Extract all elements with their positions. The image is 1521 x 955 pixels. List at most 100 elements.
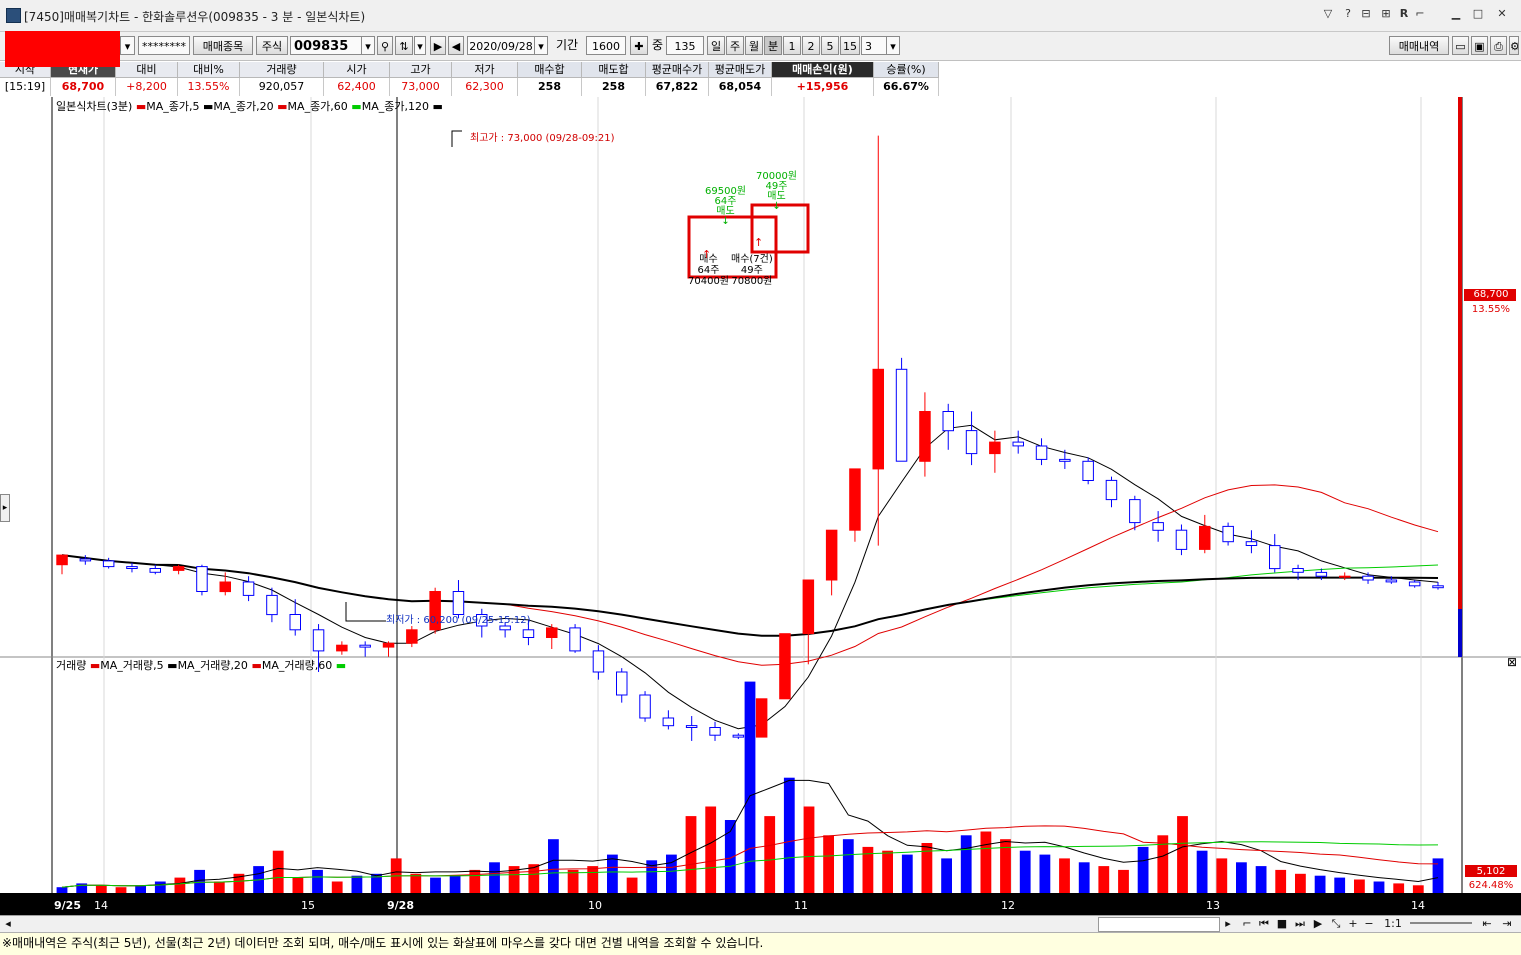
trade-items-button[interactable]: 매매종목 (193, 36, 253, 55)
candle[interactable] (639, 694, 651, 719)
volume-bar[interactable] (626, 877, 638, 893)
candle[interactable] (219, 581, 231, 593)
scroll-thumb[interactable] (1098, 917, 1220, 932)
layout-icon[interactable]: ⊞ (1378, 6, 1394, 22)
candle[interactable] (849, 468, 861, 531)
candle[interactable] (1012, 441, 1024, 447)
volume-bar[interactable] (882, 850, 893, 893)
tab-day[interactable]: 일 (707, 36, 725, 55)
volume-bar[interactable] (783, 777, 795, 893)
candle[interactable] (196, 566, 208, 593)
candle[interactable] (1222, 525, 1234, 543)
candle[interactable] (1245, 541, 1258, 547)
volume-bar[interactable] (1314, 875, 1326, 893)
interval-5[interactable]: 5 (821, 36, 839, 55)
candle[interactable] (312, 629, 325, 652)
candle[interactable] (1059, 458, 1071, 462)
search-icon[interactable]: ⚲ (377, 36, 393, 55)
candle[interactable] (1129, 499, 1141, 524)
scrollbar[interactable]: ◂ ▸ ⌐ ⏮ ■ ⏭ ▶ ⤡ + − 1:1 ⇤ ⇥ (0, 915, 1521, 933)
next-icon[interactable]: ▶ (430, 36, 446, 55)
volume-bar[interactable] (1393, 883, 1405, 893)
volume-bar[interactable] (587, 866, 599, 893)
refresh-icon[interactable]: R (1396, 6, 1412, 22)
candle[interactable] (1199, 525, 1211, 550)
candle[interactable] (79, 558, 92, 562)
password-field[interactable]: ******** (138, 36, 190, 55)
scroll-left-icon[interactable]: ◂ (2, 917, 14, 931)
open-folder-icon[interactable]: ▭ (1452, 36, 1469, 55)
close-volume-pane-icon[interactable]: ⊠ (1507, 655, 1517, 669)
trade-history-button[interactable]: 매매내역 (1389, 36, 1449, 55)
volume-bar[interactable] (1196, 850, 1208, 893)
candle[interactable] (825, 529, 838, 581)
volume-bar[interactable] (1177, 816, 1188, 893)
candle[interactable] (1152, 522, 1164, 531)
volume-bar[interactable] (607, 854, 618, 893)
candle[interactable] (242, 581, 255, 596)
market-selector[interactable]: 주식 (256, 36, 288, 55)
print-icon[interactable]: ⎙ (1490, 36, 1507, 55)
volume-bar[interactable] (941, 858, 952, 893)
candle[interactable] (1292, 568, 1304, 573)
volume-bar[interactable] (489, 862, 500, 893)
scroll-first-icon[interactable]: ⇤ (1480, 917, 1494, 931)
zoom-in-icon[interactable]: + (1346, 917, 1360, 931)
candle[interactable] (102, 560, 115, 568)
candle[interactable] (56, 554, 68, 566)
candle[interactable] (149, 568, 161, 573)
volume-bar[interactable] (1295, 873, 1306, 893)
buy-marker-2[interactable]: 매수(7건) 49주 70800원 (731, 254, 773, 287)
account-dropdown-icon[interactable]: ▾ (120, 36, 135, 55)
line-tool-icon[interactable]: ⌐ (1240, 917, 1254, 931)
date-input[interactable]: 2020/09/28 (467, 36, 535, 55)
candle[interactable] (406, 629, 418, 644)
candle[interactable] (592, 650, 605, 673)
tab-minute[interactable]: 분 (764, 36, 782, 55)
interval-1[interactable]: 1 (783, 36, 801, 55)
rewind-icon[interactable]: ⏮ (1256, 917, 1272, 931)
volume-bar[interactable] (548, 839, 559, 893)
volume-bar[interactable] (469, 869, 481, 893)
candle[interactable] (289, 614, 301, 631)
sort-dropdown-icon[interactable]: ▾ (414, 36, 426, 55)
prev-icon[interactable]: ◀ (448, 36, 464, 55)
volume-bar[interactable] (764, 816, 776, 893)
volume-bar[interactable] (1354, 879, 1365, 894)
volume-bar[interactable] (154, 881, 166, 894)
candle[interactable] (499, 625, 511, 631)
interval-input[interactable]: 3 (861, 36, 887, 55)
candle[interactable] (872, 368, 884, 470)
volume-bar[interactable] (1098, 866, 1110, 893)
volume-bar[interactable] (842, 839, 854, 893)
volume-bar[interactable] (1118, 869, 1129, 893)
volume-bar[interactable] (823, 835, 834, 893)
candle[interactable] (382, 642, 395, 648)
candle[interactable] (779, 633, 791, 700)
help-icon[interactable]: ? (1340, 6, 1356, 22)
candle[interactable] (895, 368, 908, 462)
volume-bar[interactable] (803, 806, 815, 894)
pin-icon[interactable]: ⌐ (1412, 6, 1428, 22)
interval-15[interactable]: 15 (840, 36, 860, 55)
stock-code-input[interactable]: 009835 (290, 36, 362, 55)
chart-area[interactable] (0, 97, 1521, 893)
date-dropdown-icon[interactable]: ▾ (534, 36, 548, 55)
volume-bar[interactable] (174, 877, 186, 893)
candle[interactable] (359, 644, 371, 648)
window-list-icon[interactable]: ⊟ (1358, 6, 1374, 22)
candle[interactable] (732, 734, 745, 738)
candle[interactable] (546, 627, 558, 639)
tray-icon[interactable]: ▽ (1320, 6, 1336, 22)
volume-bar[interactable] (292, 877, 304, 893)
candle[interactable] (1082, 460, 1094, 481)
candle[interactable] (685, 725, 698, 728)
interval-dropdown-icon[interactable]: ▾ (886, 36, 900, 55)
volume-bar[interactable] (312, 869, 323, 893)
scroll-last-icon[interactable]: ⇥ (1500, 917, 1514, 931)
candle[interactable] (1035, 445, 1048, 460)
candle[interactable] (1339, 575, 1351, 578)
candle[interactable] (989, 441, 1001, 455)
expand-icon[interactable]: ⤡ (1328, 917, 1344, 931)
volume-bar[interactable] (1373, 881, 1385, 894)
